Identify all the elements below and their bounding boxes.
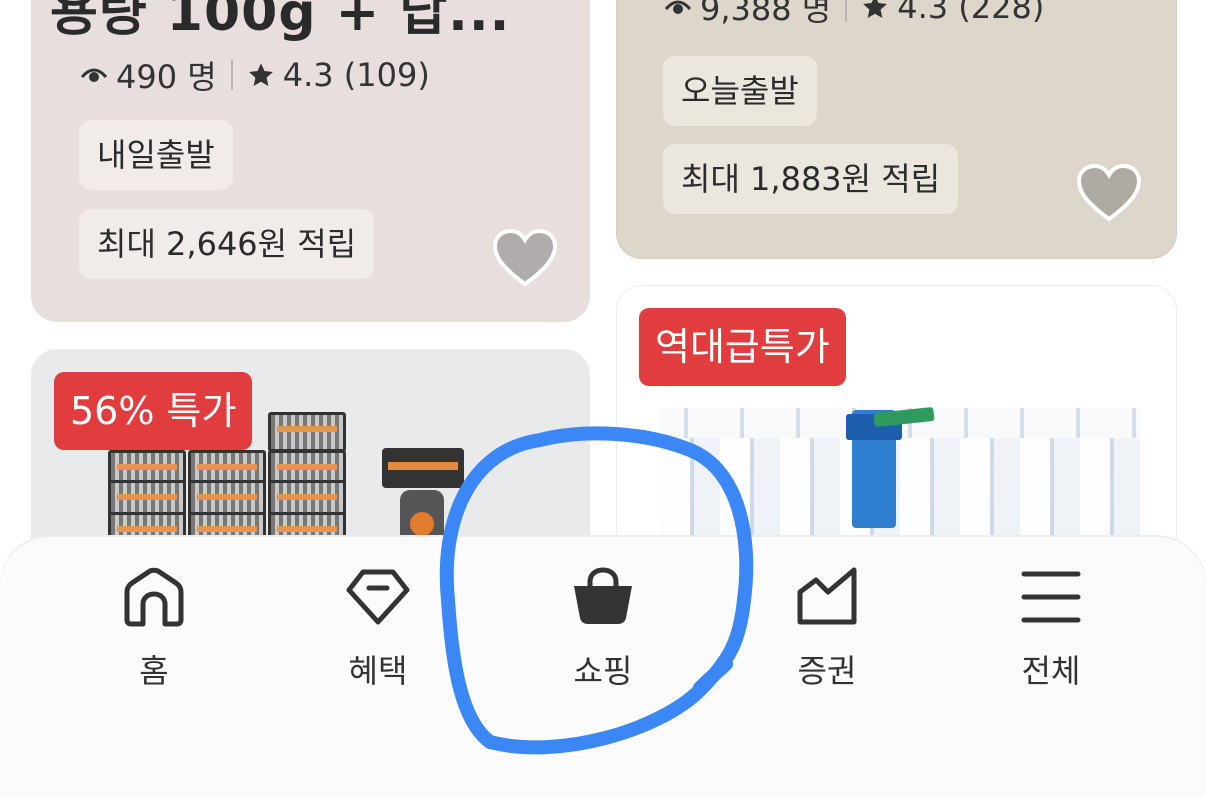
product-meta: 490 명 4.3 (109) <box>80 52 430 98</box>
stock-chart-icon <box>797 567 857 625</box>
sale-badge: 56% 특가 <box>54 372 253 450</box>
eye-icon <box>664 0 692 14</box>
shopping-bag-icon <box>574 567 632 624</box>
divider <box>845 0 848 22</box>
product-meta: 9,388 명 4.3 (228) <box>664 0 1044 30</box>
razor-head <box>382 448 464 488</box>
bottom-tab-bar: 홈 혜택 쇼핑 증권 전체 <box>0 537 1206 797</box>
tab-home[interactable]: 홈 <box>54 562 254 692</box>
sale-badge: 역대급특가 <box>639 308 846 386</box>
tab-label: 혜택 <box>348 652 408 690</box>
product-title: 용량 100g + 답... <box>50 0 511 43</box>
points-chip: 최대 2,646원 적립 <box>79 209 375 279</box>
divider <box>230 60 233 90</box>
tab-benefits[interactable]: 혜택 <box>278 562 478 692</box>
view-count: 490 명 <box>116 58 217 96</box>
menu-icon <box>1021 571 1081 623</box>
heart-icon[interactable] <box>1076 163 1142 223</box>
tab-label: 증권 <box>797 652 857 690</box>
shipping-chip: 오늘출발 <box>663 56 817 126</box>
home-icon <box>124 567 184 627</box>
eye-icon <box>80 68 108 82</box>
tab-stocks[interactable]: 증권 <box>727 562 927 692</box>
diamond-icon <box>346 569 410 625</box>
shipping-chip: 내일출발 <box>79 120 233 190</box>
view-count: 9,388 명 <box>700 0 832 28</box>
rating: 4.3 (109) <box>282 56 430 94</box>
tab-all[interactable]: 전체 <box>951 562 1151 692</box>
heart-icon[interactable] <box>492 228 558 288</box>
star-icon <box>863 0 888 18</box>
star-icon <box>248 63 273 86</box>
water-label <box>846 410 902 528</box>
tab-shopping[interactable]: 쇼핑 <box>503 562 703 692</box>
tab-label: 쇼핑 <box>573 652 633 690</box>
tab-label: 전체 <box>1021 652 1081 690</box>
tab-label: 홈 <box>139 652 169 690</box>
points-chip: 최대 1,883원 적립 <box>663 144 959 214</box>
rating: 4.3 (228) <box>897 0 1045 26</box>
